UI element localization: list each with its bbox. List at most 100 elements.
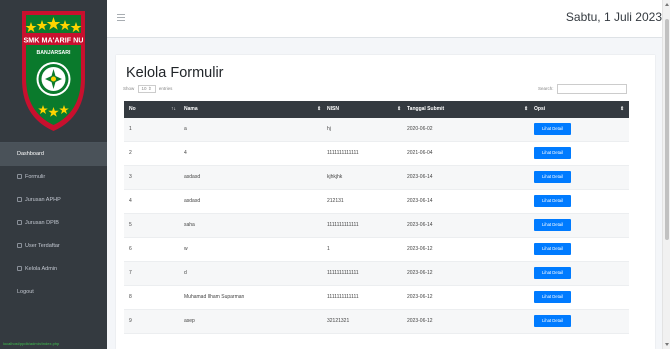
table-row: 6 w 1 2023-06-12 Lihat Detail [124,238,629,262]
table-row: 2 4 1111111111111 2021-06-04 Lihat Detai… [124,142,629,166]
folder-icon [17,197,22,203]
show-label: Show [123,86,135,91]
logo-text-school: SMK MA'ARIF NU [23,36,83,45]
topbar: Sabtu, 1 Juli 2023 [107,0,662,38]
cell-no: 7 [129,270,132,276]
lihat-detail-button[interactable]: Lihat Detail [534,123,571,135]
sidebar-item-label: Jurusan APHP [25,197,61,203]
users-icon [17,243,22,249]
cell-tanggal: 2023-06-14 [407,222,433,228]
cell-tanggal: 2023-06-12 [407,270,433,276]
cell-nama: w [184,246,188,252]
lihat-detail-button[interactable]: Lihat Detail [534,243,571,255]
cell-no: 6 [129,246,132,252]
cell-no: 2 [129,150,132,156]
search-label: Search: [538,86,554,92]
sidebar-item-label: Formulir [25,174,46,180]
sidebar-item-kelola-admin[interactable]: Kelola Admin [0,258,107,281]
cell-nama: Muhamad Ilham Suparman [184,294,245,300]
search-control: Search: [538,84,627,94]
search-input[interactable] [556,84,627,94]
cell-nama: asep [184,318,195,324]
cell-no: 3 [129,174,132,180]
table-row: 3 asdasd kjhkjhk 2023-06-14 Lihat Detail [124,166,629,190]
lihat-detail-button[interactable]: Lihat Detail [534,171,571,183]
cell-nisn: 1111111111111 [327,270,359,276]
cell-nama: d [184,270,187,276]
cell-tanggal: 2020-06-02 [407,126,433,132]
column-label: No [129,106,136,112]
cell-nisn: 1 [327,246,330,252]
cell-nisn: 1111111111111 [327,150,359,156]
cell-nisn: hj [327,126,331,132]
current-date: Sabtu, 1 Juli 2023 [565,10,662,24]
column-header-opsi[interactable]: Opsi [534,101,545,118]
entries-length-control: Show 10 ⇕ entries [123,85,172,93]
cell-tanggal: 2023-06-12 [407,294,433,300]
cell-nisn: 212131 [327,198,344,204]
table-row: 8 Muhamad Ilham Suparman 1111111111111 2… [124,286,629,310]
page-title: Kelola Formulir [126,65,224,81]
column-label: Tanggal Submit [407,106,445,112]
cell-nama: asdasd [184,198,201,204]
cell-nisn: kjhkjhk [327,174,343,180]
entries-label: entries [158,86,173,91]
formulir-card: Kelola Formulir Show 10 ⇕ entries Search… [116,55,655,349]
lihat-detail-button[interactable]: Lihat Detail [534,195,571,207]
select-arrow-icon: ⇕ [147,86,152,91]
table-header: No ↑↓ Nama ⇕ NISN ⇕ Tanggal Submit ⇕ Ops… [124,101,629,118]
hamburger-menu-icon[interactable] [117,14,125,22]
sort-icon: ⇕ [397,106,402,112]
column-label: Opsi [534,106,546,112]
column-label: NISN [327,106,339,112]
lihat-detail-button[interactable]: Lihat Detail [534,147,571,159]
scroll-down-arrow-icon[interactable] [665,343,669,346]
entries-select-value: 10 [141,86,147,91]
table-row: 7 d 1111111111111 2023-06-12 Lihat Detai… [124,262,629,286]
cell-nama: asdasd [184,174,201,180]
sidebar-item-label: Logout [17,289,34,295]
sidebar-item-logout[interactable]: Logout [0,281,107,304]
sort-icon: ⇕ [620,106,625,112]
sort-icon: ↑↓ [171,106,176,112]
cell-no: 9 [129,318,132,324]
sidebar-nav: Dashboard Formulir Jurusan APHP Jurusan … [0,143,107,304]
folder-icon [17,220,22,226]
lihat-detail-button[interactable]: Lihat Detail [534,219,571,231]
cell-tanggal: 2023-06-12 [407,318,433,324]
entries-select[interactable]: 10 ⇕ [137,85,156,93]
sort-icon: ⇕ [524,106,529,112]
sidebar-item-formulir[interactable]: Formulir [0,166,107,189]
sidebar-item-label: User Terdaftar [25,243,60,249]
lihat-detail-button[interactable]: Lihat Detail [534,267,571,279]
lihat-detail-button[interactable]: Lihat Detail [534,291,571,303]
page-scrollbar[interactable] [662,0,670,349]
sidebar-item-label: Dashboard [17,151,44,157]
sidebar-item-user-terdaftar[interactable]: User Terdaftar [0,235,107,258]
cell-nama: a [184,126,187,132]
scroll-up-arrow-icon[interactable] [665,3,669,6]
table-row: 1 a hj 2020-06-02 Lihat Detail [124,118,629,142]
table-row: 9 asep 32121321 2023-06-12 Lihat Detail [124,310,629,334]
scrollbar-thumb[interactable] [665,19,669,240]
column-label: Nama [184,106,198,112]
sidebar-item-jurusan-aphp[interactable]: Jurusan APHP [0,189,107,212]
table-row: 4 asdasd 212131 2023-06-14 Lihat Detail [124,190,629,214]
cell-no: 1 [129,126,132,132]
cell-no: 8 [129,294,132,300]
status-bar-url: localhost/ppdb/admin/index.php [3,341,60,346]
sidebar-item-label: Jurusan DPIB [25,220,59,226]
cell-tanggal: 2023-06-14 [407,174,433,180]
lihat-detail-button[interactable]: Lihat Detail [534,315,571,327]
school-logo[interactable]: SMK MA'ARIF NU BANJARSARI [19,9,88,134]
formulir-icon [17,174,22,180]
cell-tanggal: 2023-06-12 [407,246,433,252]
column-header-nisn[interactable]: NISN [327,101,339,118]
column-header-nama[interactable]: Nama [184,101,198,118]
sort-icon: ⇕ [317,106,322,112]
sidebar-item-jurusan-dpib[interactable]: Jurusan DPIB [0,212,107,235]
logo-area: SMK MA'ARIF NU BANJARSARI [0,0,107,143]
sidebar-item-dashboard[interactable]: Dashboard [0,143,107,166]
column-header-tanggal-submit[interactable]: Tanggal Submit [407,101,444,118]
table-row: 5 saha 1111111111111 2023-06-14 Lihat De… [124,214,629,238]
